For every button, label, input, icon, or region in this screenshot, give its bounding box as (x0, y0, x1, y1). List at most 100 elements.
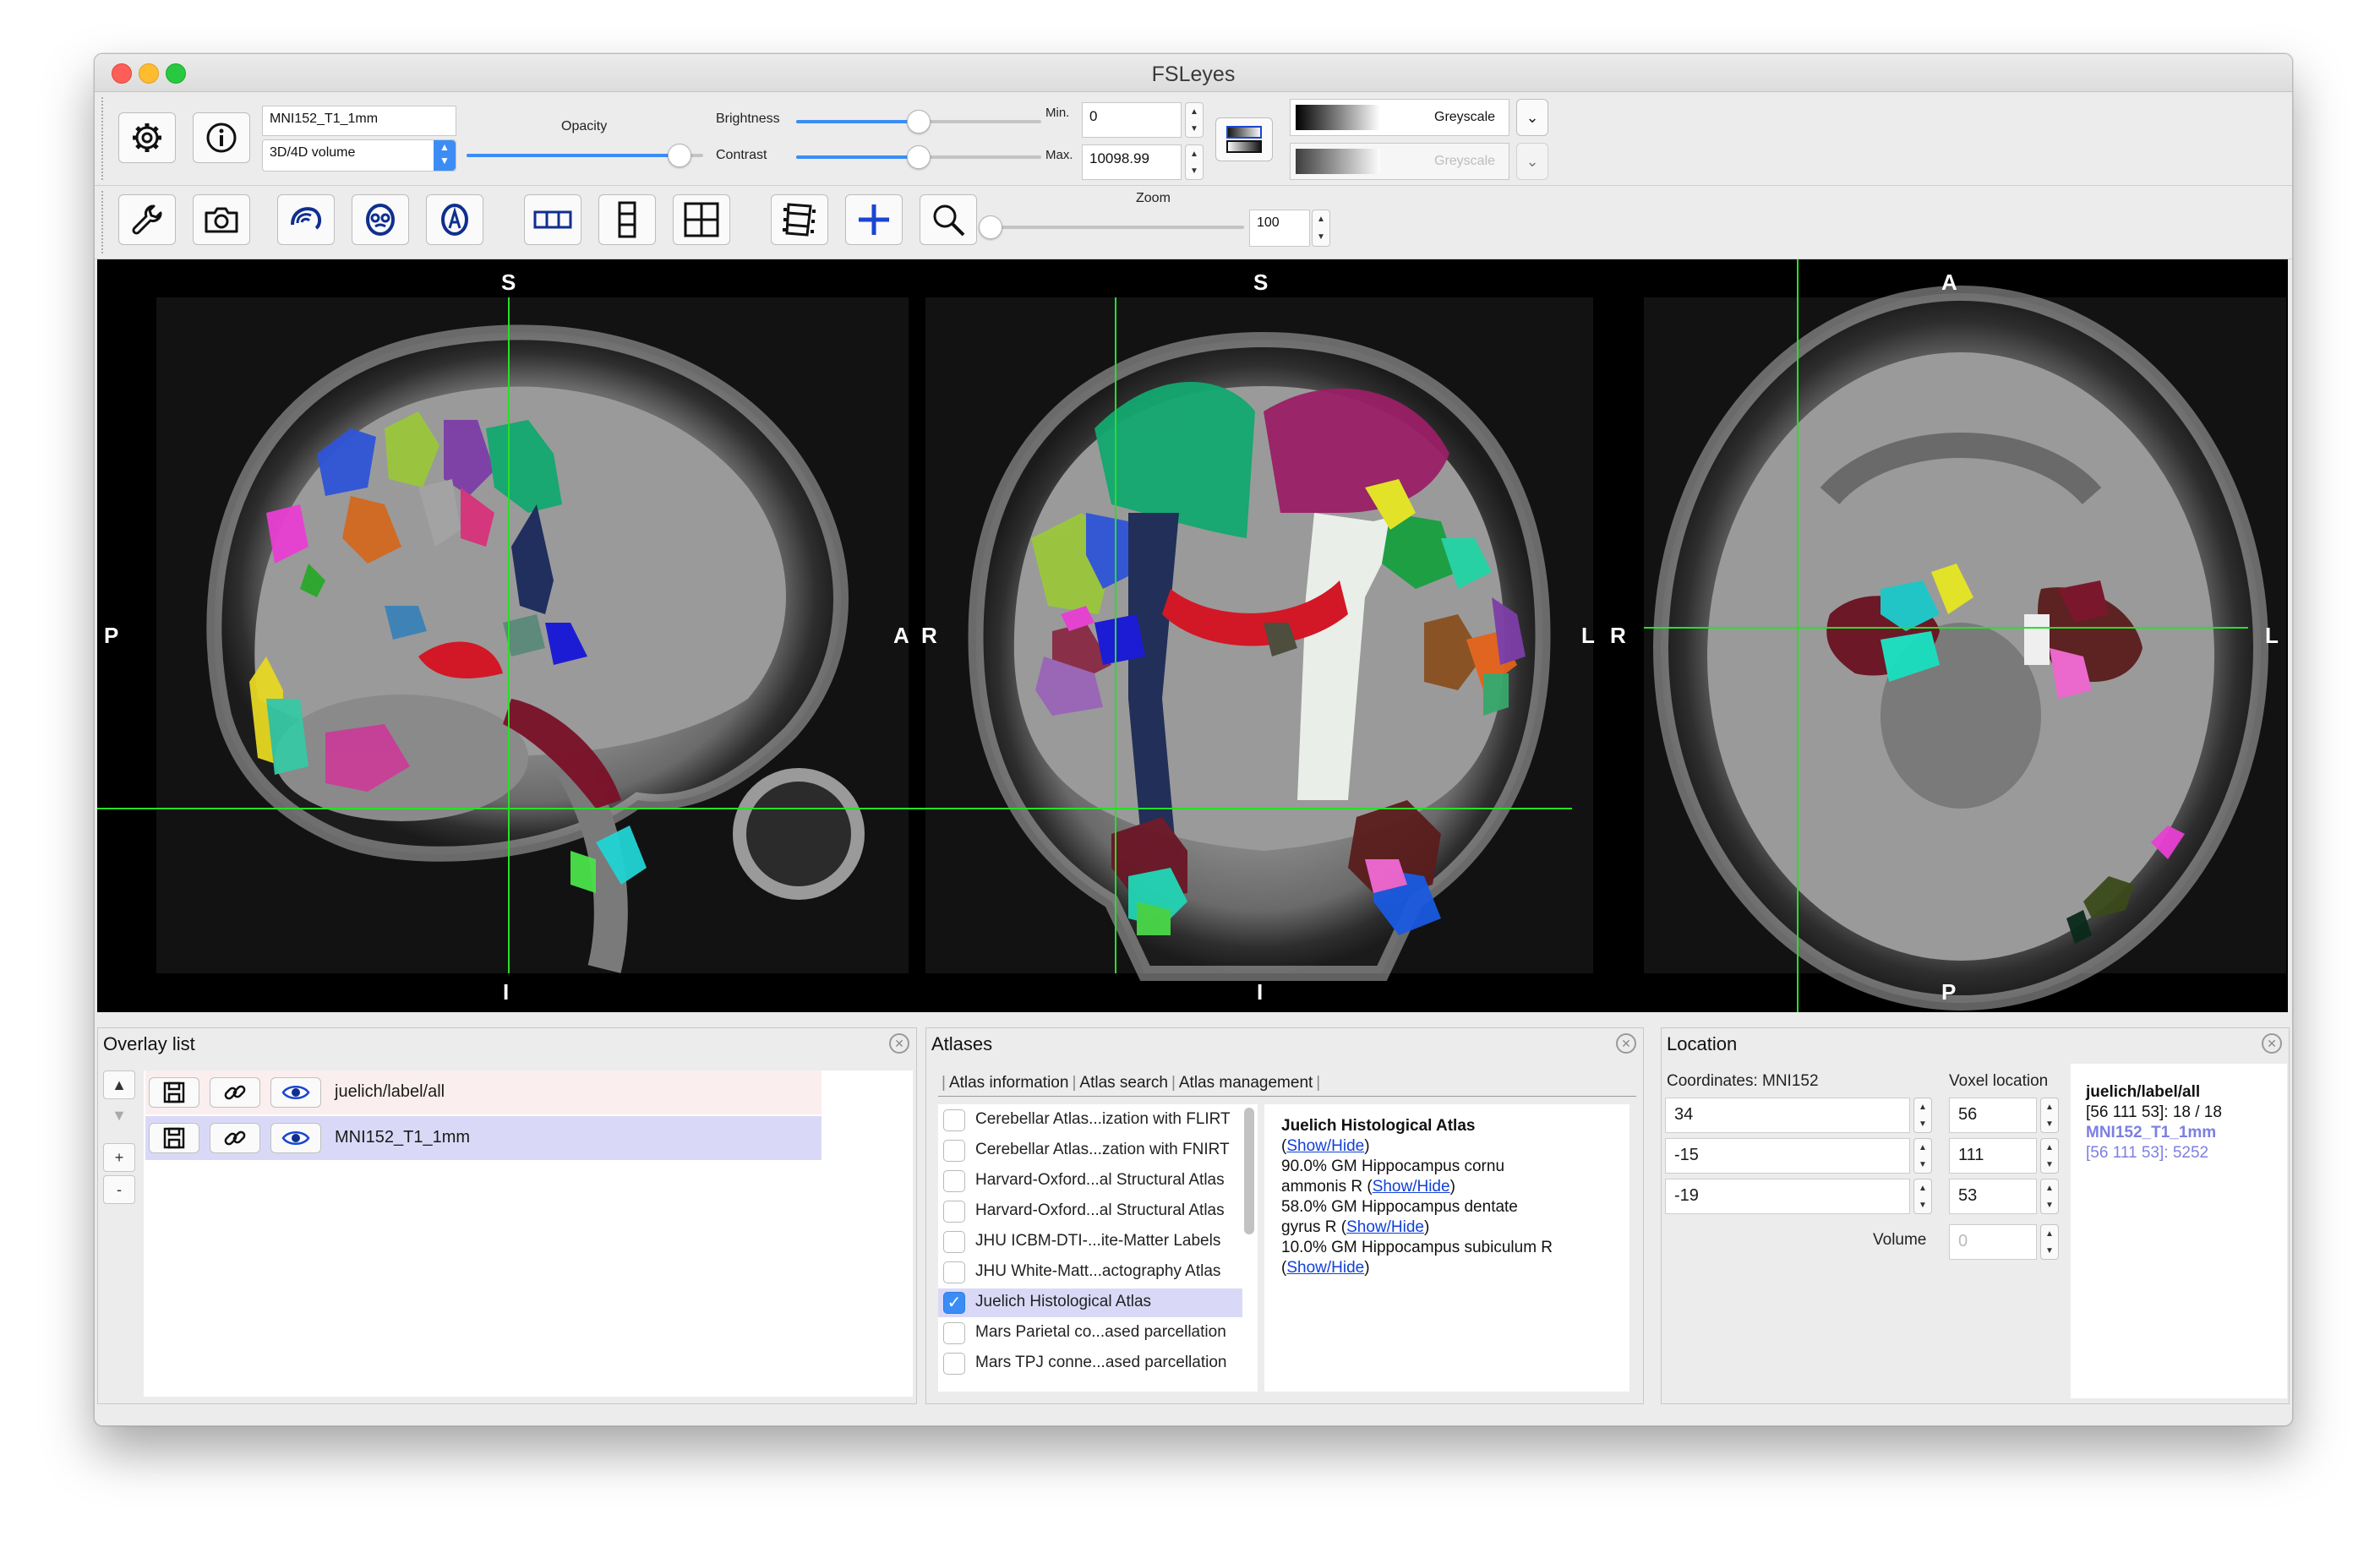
max-value-stepper[interactable]: ▲ ▼ (1185, 144, 1204, 180)
overlay-type-select[interactable]: 3D/4D volume ▲ ▼ (262, 139, 456, 172)
atlas-checkbox[interactable] (943, 1261, 965, 1283)
voxel-coordinate-stepper[interactable]: ▲ ▼ (2040, 1138, 2059, 1174)
toolbar-grip[interactable] (101, 97, 106, 180)
volume-stepper[interactable]: ▲ ▼ (2040, 1224, 2059, 1260)
world-coordinate-field[interactable]: -19 (1665, 1179, 1910, 1214)
atlases-close-button[interactable]: ✕ (1616, 1033, 1636, 1054)
brightness-slider[interactable] (796, 109, 1041, 134)
horizontal-layout-button[interactable] (524, 194, 581, 245)
close-icon: ✕ (2267, 1037, 2277, 1050)
atlas-info-line: 90.0% GM Hippocampus cornu (1281, 1158, 1505, 1175)
show-hide-link[interactable]: Show/Hide (1373, 1178, 1450, 1196)
atlas-checkbox[interactable]: ✓ (943, 1292, 965, 1314)
world-coordinate-stepper[interactable]: ▲ ▼ (1913, 1179, 1932, 1214)
voxel-coordinate-stepper[interactable]: ▲ ▼ (2040, 1098, 2059, 1133)
save-overlay-button[interactable] (149, 1077, 199, 1108)
colormap-dropdown-button[interactable]: ⌄ (1516, 99, 1548, 136)
atlas-checkbox[interactable] (943, 1353, 965, 1375)
view-settings-button[interactable] (118, 194, 176, 245)
info-button[interactable] (193, 112, 250, 163)
link-overlay-button[interactable] (210, 1077, 260, 1108)
zoom-stepper[interactable]: ▲ ▼ (1312, 210, 1330, 247)
max-value-field[interactable]: 10098.99 (1082, 144, 1182, 180)
atlas-checkbox[interactable] (943, 1109, 965, 1131)
grid-layout-button[interactable] (673, 194, 730, 245)
atlas-checkbox[interactable] (943, 1170, 965, 1192)
min-value-field[interactable]: 0 (1082, 102, 1182, 138)
atlas-list-item[interactable]: Mars TPJ conne...ased parcellation (938, 1349, 1242, 1378)
overlay-list-close-button[interactable]: ✕ (889, 1033, 909, 1054)
atlas-list-scrollbar[interactable] (1244, 1108, 1254, 1234)
movie-mode-button[interactable] (771, 194, 828, 245)
atlas-list-item[interactable]: ✓ Juelich Histological Atlas (938, 1288, 1242, 1317)
vertical-layout-button[interactable] (598, 194, 656, 245)
save-overlay-button[interactable] (149, 1123, 199, 1153)
volume-field[interactable]: 0 (1949, 1224, 2037, 1260)
atlas-list-item[interactable]: Harvard-Oxford...al Structural Atlas (938, 1167, 1242, 1196)
atlas-tab[interactable]: Atlas information (949, 1074, 1069, 1092)
ortho-canvas[interactable] (97, 259, 2288, 1012)
atlas-tab[interactable]: Atlas management (1179, 1074, 1313, 1092)
zoom-mode-button[interactable] (920, 194, 977, 245)
negative-colormap-dropdown-button[interactable]: ⌄ (1516, 143, 1548, 180)
opacity-slider[interactable] (467, 143, 703, 168)
toggle-overlay-visibility-button[interactable] (270, 1077, 321, 1108)
sagittal-view[interactable] (156, 297, 909, 973)
atlas-list-item[interactable]: JHU White-Matt...actography Atlas (938, 1258, 1242, 1287)
world-coordinate-stepper[interactable]: ▲ ▼ (1913, 1138, 1932, 1174)
move-overlay-down-button[interactable]: ▼ (103, 1101, 135, 1130)
coronal-view[interactable] (925, 297, 1593, 981)
eye-icon (281, 1086, 310, 1099)
world-coordinate-field[interactable]: -15 (1665, 1138, 1910, 1174)
atlas-list-item[interactable]: Cerebellar Atlas...zation with FNIRT (938, 1136, 1242, 1165)
screenshot-button[interactable] (193, 194, 250, 245)
atlas-info-line: (Show/Hide) (1281, 1259, 1370, 1277)
arrow-down-icon: ▼ (112, 1106, 127, 1124)
toggle-cursor-button[interactable] (845, 194, 903, 245)
vertical-layout-icon (618, 201, 636, 238)
atlas-list-item[interactable]: Cerebellar Atlas...ization with FLIRT (938, 1106, 1242, 1135)
toggle-overlay-visibility-button[interactable] (270, 1123, 321, 1153)
show-hide-link[interactable]: Show/Hide (1346, 1218, 1424, 1236)
voxel-coordinate-field[interactable]: 111 (1949, 1138, 2037, 1174)
atlas-list-item[interactable]: Harvard-Oxford...al Structural Atlas (938, 1197, 1242, 1226)
atlas-tab[interactable]: Atlas search (1079, 1074, 1168, 1092)
invert-colormap-button[interactable] (1215, 117, 1273, 161)
atlas-checkbox[interactable] (943, 1140, 965, 1162)
zoom-slider[interactable] (979, 215, 1244, 240)
toolbar-grip[interactable] (101, 191, 106, 253)
settings-button[interactable] (118, 112, 176, 163)
toggle-coronal-button[interactable] (352, 194, 409, 245)
world-coordinate-field[interactable]: 34 (1665, 1098, 1910, 1133)
show-hide-link[interactable]: Show/Hide (1286, 1259, 1364, 1277)
world-coordinate-stepper[interactable]: ▲ ▼ (1913, 1098, 1932, 1133)
overlay-list-item[interactable]: MNI152_T1_1mm (145, 1116, 822, 1160)
close-icon: ✕ (894, 1037, 904, 1050)
contrast-slider[interactable] (796, 144, 1041, 170)
show-hide-link[interactable]: Show/Hide (1286, 1137, 1364, 1155)
voxel-coordinate-stepper[interactable]: ▲ ▼ (2040, 1179, 2059, 1214)
voxel-coordinate-field[interactable]: 53 (1949, 1179, 2037, 1214)
negative-colormap-select[interactable]: Greyscale (1290, 143, 1509, 180)
remove-overlay-button[interactable]: - (103, 1175, 135, 1204)
atlas-list-item[interactable]: JHU ICBM-DTI-...ite-Matter Labels (938, 1228, 1242, 1256)
atlas-list-item[interactable]: Mars Parietal co...ased parcellation (938, 1319, 1242, 1348)
location-close-button[interactable]: ✕ (2262, 1033, 2282, 1054)
voxel-coordinate-field[interactable]: 56 (1949, 1098, 2037, 1133)
toggle-axial-button[interactable] (426, 194, 483, 245)
atlas-checkbox[interactable] (943, 1231, 965, 1253)
atlas-checkbox[interactable] (943, 1322, 965, 1344)
min-value-stepper[interactable]: ▲ ▼ (1185, 102, 1204, 138)
atlas-checkbox[interactable] (943, 1201, 965, 1223)
move-overlay-up-button[interactable]: ▲ (103, 1070, 135, 1099)
link-overlay-button[interactable] (210, 1123, 260, 1153)
overlay-name-field[interactable]: MNI152_T1_1mm (262, 106, 456, 136)
toggle-sagittal-button[interactable] (277, 194, 335, 245)
axial-view[interactable] (1644, 286, 2286, 1011)
overlay-list-item[interactable]: juelich/label/all (145, 1070, 822, 1114)
ortho-viewer[interactable]: S I P A S I R L A P R L (97, 259, 2288, 1012)
colormap-select[interactable]: Greyscale (1290, 99, 1509, 136)
add-overlay-button[interactable]: + (103, 1143, 135, 1172)
atlas-info-line: ammonis R (Show/Hide) (1281, 1178, 1455, 1196)
zoom-value-field[interactable]: 100 (1249, 210, 1310, 247)
